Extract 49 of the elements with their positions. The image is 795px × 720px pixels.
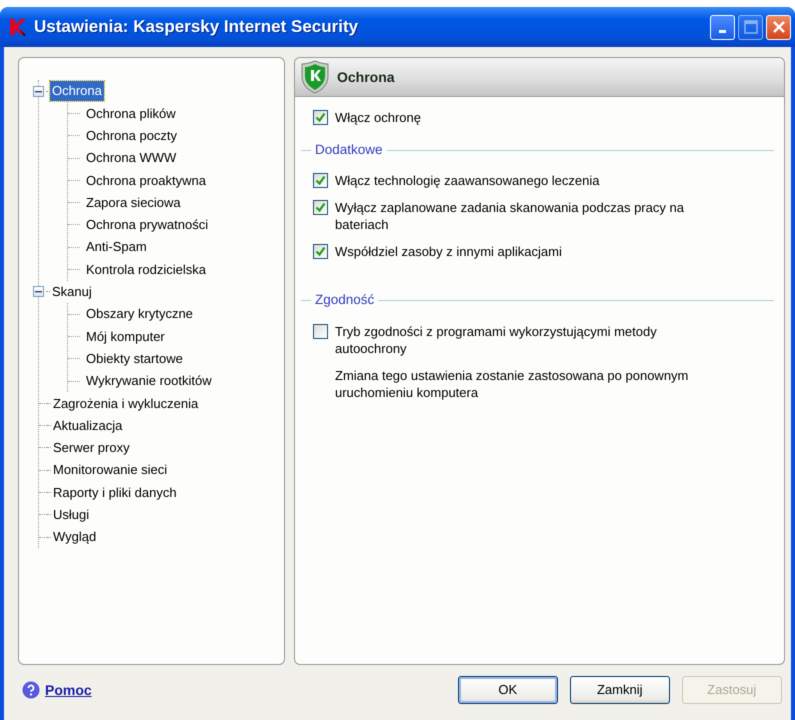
dialog-button[interactable]: OK — [458, 676, 558, 704]
checkbox[interactable] — [313, 110, 328, 125]
tree-item[interactable]: Ochrona poczty — [84, 126, 180, 146]
checkbox-label[interactable]: Tryb zgodności z programami wykorzystującymi metody autoochrony — [335, 322, 710, 356]
collapse-icon[interactable] — [33, 86, 44, 97]
tree-item[interactable]: Usługi — [51, 505, 92, 525]
tree-item[interactable]: Ochrona plików — [84, 104, 178, 124]
checkbox-label[interactable]: Współdziel zasoby z innymi aplikacjami — [335, 243, 562, 260]
tree-item[interactable]: Ochrona proaktywna — [84, 170, 208, 190]
tree-item[interactable]: Ochrona prywatności — [84, 215, 210, 235]
minimize-button[interactable] — [710, 14, 735, 40]
checkbox[interactable] — [313, 244, 328, 260]
tree-item[interactable]: Zapora sieciowa — [84, 192, 183, 212]
tree-item[interactable]: Aktualizacja — [51, 416, 124, 436]
collapse-icon[interactable] — [33, 286, 44, 298]
panel-title: Ochrona — [337, 68, 395, 86]
checkbox[interactable] — [313, 324, 328, 338]
help-link[interactable]: Pomoc — [45, 680, 92, 700]
tree-item[interactable]: Zagrożenia i wykluczenia — [51, 394, 200, 414]
tree-item[interactable]: Ochrona WWW — [84, 148, 178, 168]
note-text: Zmiana tego ustawienia zostanie zastosowana po ponownym uruchomieniu komputera — [335, 366, 690, 400]
app-logo-icon — [8, 17, 28, 37]
checkbox-label[interactable]: Wyłącz zaplanowane zadania skanowania podczas pracy na bateriach — [335, 199, 710, 234]
shield-icon — [301, 60, 329, 94]
tree-item[interactable]: Skanuj — [50, 282, 94, 302]
close-icon — [772, 20, 786, 34]
checkbox-label[interactable]: Włącz ochronę — [335, 109, 421, 126]
tree-item[interactable]: Mój komputer — [84, 326, 167, 346]
tree-item[interactable]: Ochrona — [50, 81, 104, 101]
minimize-icon — [719, 30, 726, 33]
section-title: Zgodność — [314, 291, 376, 310]
checkbox-label[interactable]: Włącz technologię zaawansowanego leczenia — [335, 172, 600, 190]
tree-item[interactable]: Anti-Spam — [84, 237, 149, 257]
checkbox[interactable] — [313, 173, 328, 188]
maximize-icon — [744, 20, 758, 34]
tree-item[interactable]: Wykrywanie rootkitów — [84, 371, 214, 391]
window-title: Ustawienia: Kaspersky Internet Security — [34, 16, 360, 38]
close-button[interactable] — [766, 14, 791, 40]
tree-item[interactable]: Serwer proxy — [51, 438, 132, 458]
tree-item[interactable]: Obszary krytyczne — [84, 304, 195, 324]
tree-item[interactable]: Wygląd — [51, 527, 98, 547]
tree-item[interactable]: Kontrola rodzicielska — [84, 260, 208, 280]
tree-item[interactable]: Monitorowanie sieci — [51, 460, 170, 480]
tree-item[interactable]: Raporty i pliki danych — [51, 482, 179, 502]
tree-item[interactable]: Obiekty startowe — [84, 348, 185, 368]
checkbox[interactable] — [313, 200, 328, 216]
section-title: Dodatkowe — [314, 141, 384, 159]
help-icon — [22, 681, 40, 699]
dialog-button[interactable]: Zamknij — [570, 676, 670, 704]
